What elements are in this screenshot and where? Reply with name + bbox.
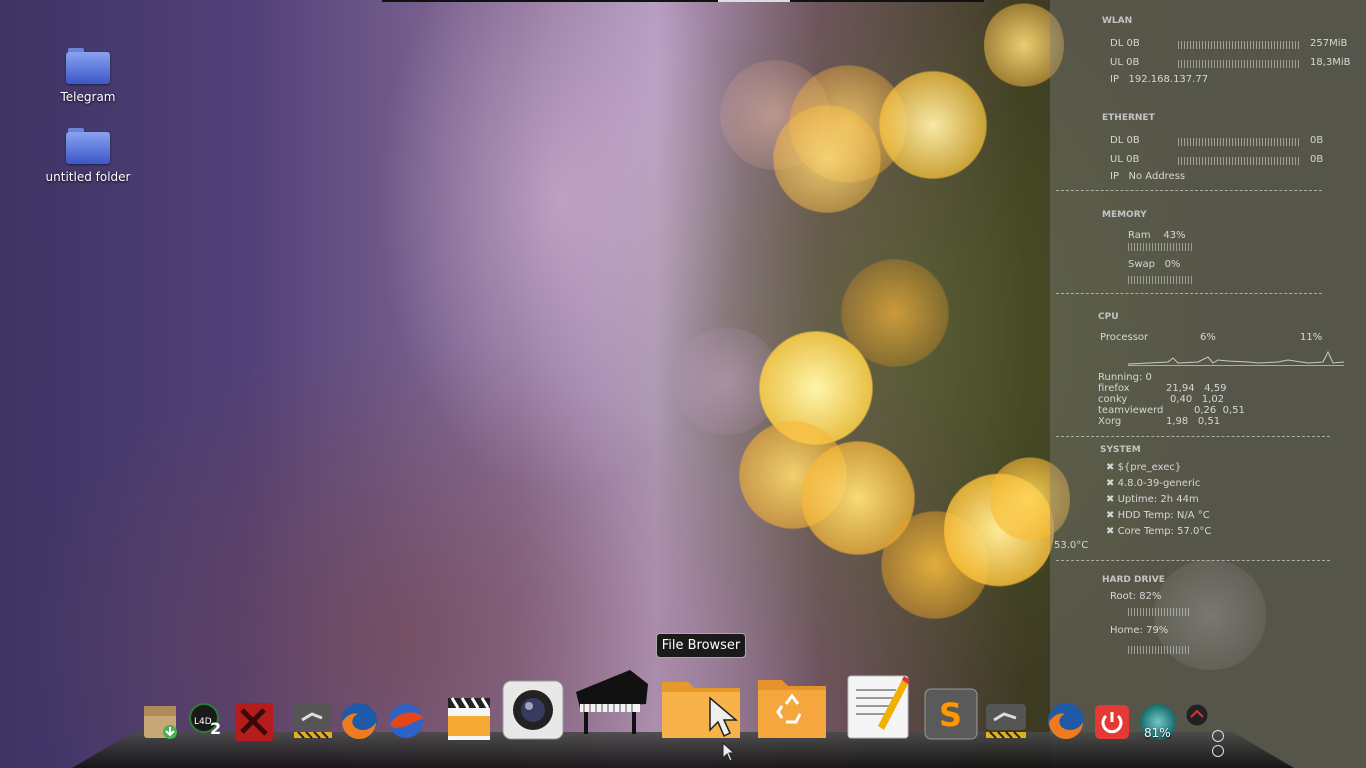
- dock-tooltip: File Browser: [656, 633, 746, 658]
- video-editor-icon[interactable]: [444, 692, 494, 742]
- wlan-ul-total: 18,3MiB: [1310, 57, 1351, 68]
- firefox-icon[interactable]: [1044, 700, 1088, 742]
- thunderbird-icon[interactable]: [384, 700, 428, 742]
- cpu-graph-line: [1127, 350, 1345, 365]
- divider: [1056, 560, 1330, 561]
- eth-dl-bar: [1178, 138, 1300, 146]
- cpu-heading: CPU: [1098, 312, 1119, 322]
- steam-icon[interactable]: [292, 702, 334, 742]
- ethernet-heading: ETHERNET: [1102, 113, 1155, 123]
- power-icon[interactable]: [1094, 704, 1130, 740]
- harddrive-heading: HARD DRIVE: [1102, 575, 1165, 585]
- home-usage-bar: [1128, 646, 1190, 654]
- left4dead2-icon[interactable]: L4D 2: [186, 702, 224, 740]
- home-usage: Home: 79%: [1110, 625, 1169, 636]
- dota2-icon[interactable]: [234, 702, 274, 742]
- wlan-dl-total: 257MiB: [1310, 38, 1348, 49]
- wlan-heading: WLAN: [1102, 16, 1133, 26]
- ram-label: Ram 43%: [1128, 230, 1186, 241]
- process-row-values: 0,26 0,51: [1194, 405, 1245, 416]
- top-panel-strip: [382, 0, 984, 2]
- eth-ul-label: UL 0B: [1110, 154, 1140, 165]
- eth-ip: IP No Address: [1110, 171, 1186, 182]
- system-line: ✖ Uptime: 2h 44m: [1106, 494, 1199, 505]
- process-row: firefox: [1098, 383, 1130, 394]
- processor-peak: 11%: [1300, 332, 1323, 343]
- eth-dl-total: 0B: [1310, 135, 1324, 146]
- processor-value: 6%: [1200, 332, 1216, 343]
- desktop-icon-telegram[interactable]: Telegram: [38, 48, 138, 104]
- wlan-ul-label: UL 0B: [1110, 57, 1140, 68]
- dock-indicator-dot: [1212, 745, 1224, 757]
- process-row: Xorg: [1098, 416, 1122, 427]
- ram-bar: [1128, 243, 1192, 251]
- process-row: teamviewerd: [1098, 405, 1164, 416]
- divider: [1056, 436, 1330, 437]
- folder-icon: [66, 128, 110, 164]
- system-line: ✖ ${pre_exec}: [1106, 462, 1182, 473]
- process-row-values: 1,98 0,51: [1166, 416, 1221, 427]
- eth-ul-total: 0B: [1310, 154, 1324, 165]
- process-row-values: 21,94 4,59: [1166, 383, 1227, 394]
- desktop-icon-untitled-folder[interactable]: untitled folder: [38, 128, 138, 184]
- swap-label: Swap 0%: [1128, 259, 1181, 270]
- trash-icon[interactable]: [756, 670, 828, 740]
- wlan-ul-bar: [1178, 60, 1300, 68]
- wlan-dl-bar: [1178, 41, 1300, 49]
- wlan-ip: IP 192.168.137.77: [1110, 74, 1209, 85]
- folder-icon: [66, 48, 110, 84]
- camera-icon[interactable]: [502, 680, 564, 740]
- divider: [1056, 293, 1322, 294]
- system-line: ✖ 4.8.0-39-generic: [1106, 478, 1201, 489]
- steam-icon[interactable]: [984, 702, 1028, 742]
- side-temp: 53.0°C: [1054, 540, 1089, 551]
- processor-label: Processor: [1100, 332, 1149, 343]
- root-usage-bar: [1128, 608, 1190, 616]
- eth-dl-label: DL 0B: [1110, 135, 1140, 146]
- running-processes: Running: 0: [1098, 372, 1152, 383]
- dock-indicator-dot: [1212, 730, 1224, 742]
- desktop-icon-label: Telegram: [60, 90, 116, 104]
- eth-ul-bar: [1178, 157, 1300, 165]
- firefox-icon[interactable]: [338, 700, 380, 742]
- divider: [1056, 190, 1322, 191]
- wlan-dl-label: DL 0B: [1110, 38, 1140, 49]
- process-row-values: 0,40 1,02: [1170, 394, 1225, 405]
- mouse-pointer-icon: [708, 696, 744, 748]
- battery-percentage: 81%: [1144, 726, 1171, 740]
- mouse-pointer-small-icon: [722, 741, 736, 768]
- text-editor-icon[interactable]: [844, 670, 912, 740]
- system-line: ✖ Core Temp: 57.0°C: [1106, 526, 1212, 537]
- process-row: conky: [1098, 394, 1128, 405]
- package-installer-icon[interactable]: [142, 702, 180, 740]
- system-heading: SYSTEM: [1100, 445, 1141, 455]
- swap-bar: [1128, 276, 1192, 284]
- piano-icon[interactable]: [570, 662, 654, 742]
- network-indicator-icon[interactable]: [1184, 702, 1210, 728]
- svg-text:2: 2: [210, 719, 221, 738]
- root-usage: Root: 82%: [1110, 591, 1162, 602]
- sublime-text-icon[interactable]: S: [924, 688, 978, 740]
- memory-heading: MEMORY: [1102, 210, 1147, 220]
- cpu-graph: [1127, 348, 1345, 366]
- desktop-icon-label: untitled folder: [45, 170, 131, 184]
- svg-text:S: S: [939, 696, 962, 734]
- system-line: ✖ HDD Temp: N/A °C: [1106, 510, 1210, 521]
